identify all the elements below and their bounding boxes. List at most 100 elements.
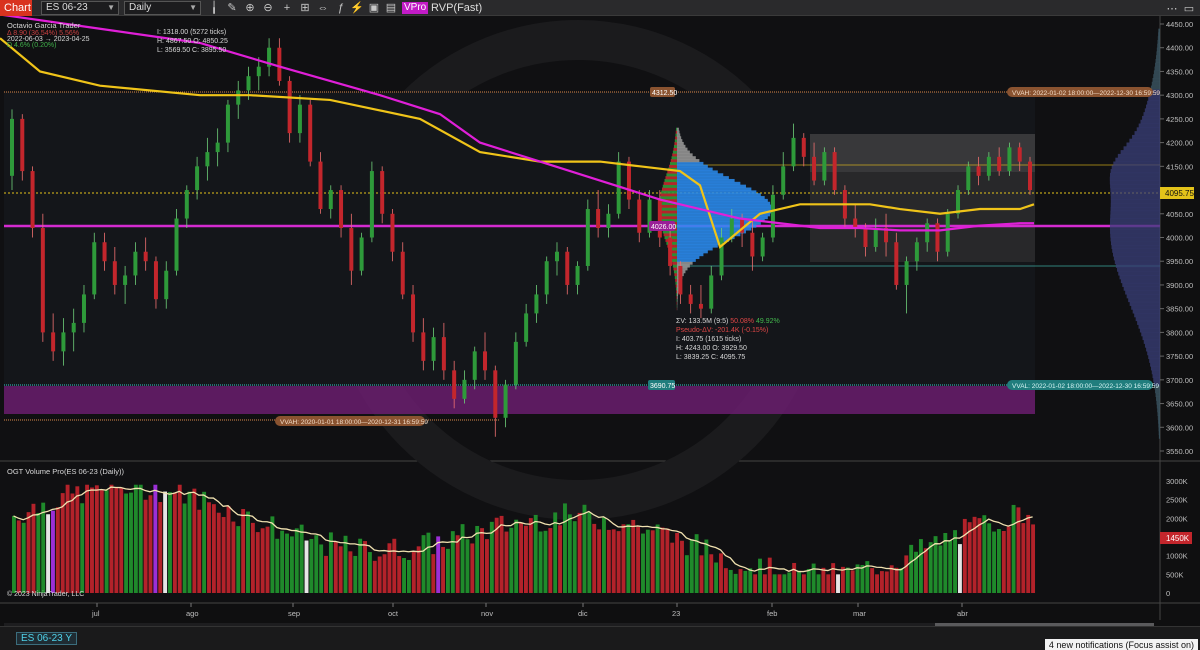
chart-tab[interactable]: Chart (0, 0, 32, 16)
restore-icon[interactable]: ▭ (1182, 2, 1196, 16)
right-profile-row (1143, 112, 1160, 117)
instrument-tab[interactable]: ES 06-23 Y (16, 632, 77, 645)
notification-toast[interactable]: 4 new notifications (Focus assist on) (1044, 639, 1198, 650)
volume-bar (636, 526, 641, 593)
strategies-icon[interactable]: ⚡ (350, 1, 364, 15)
volume-bar (294, 528, 299, 593)
volume-bar (36, 512, 41, 593)
volume-bar (909, 544, 914, 593)
candle-body (123, 275, 128, 285)
right-profile-row (1144, 343, 1160, 348)
candle-body (339, 190, 344, 229)
poc-price-tag: 4026.00 (649, 221, 676, 231)
mid-profile-delta (659, 215, 677, 220)
time-tick-label: abr (957, 609, 968, 618)
mid-profile-row (677, 150, 690, 154)
global-crosshair-icon[interactable]: ⊞ (298, 1, 312, 15)
mid-profile-row (677, 136, 682, 140)
mid-profile-delta (675, 278, 677, 282)
zoom-out-icon[interactable]: ⊖ (261, 1, 275, 15)
scroll-lock-icon[interactable]: ⇔ (316, 1, 330, 15)
candle-body (328, 190, 333, 210)
candle-body (102, 242, 107, 262)
volume-bar (246, 511, 250, 593)
volume-bar (816, 574, 821, 593)
chevron-down-icon: ▼ (189, 3, 197, 12)
volume-bar (392, 538, 397, 593)
interval-selector[interactable]: Daily ▼ (124, 1, 201, 15)
right-profile-row (1118, 271, 1160, 276)
data-box-icon[interactable]: ▤ (384, 1, 398, 15)
app-window: Chart ES 06-23 ▼ Daily ▼ ╽ ✎ ⊕ ⊖ + ⊞ ⇔ ƒ ⚡… (0, 0, 1200, 650)
volume-bar (616, 531, 621, 593)
candle-body (544, 261, 549, 295)
candle-body (668, 237, 673, 266)
price-tick-label: 4400.00 (1166, 44, 1193, 53)
author-label: Octavio Garcia Trader (7, 21, 81, 30)
mid-profile-delta (676, 295, 677, 299)
mid-profile-delta (670, 159, 677, 163)
vval-2022-price-tag: 3690.75 (648, 380, 675, 390)
zoom-in-icon[interactable]: ⊕ (243, 1, 257, 15)
instrument-selector[interactable]: ES 06-23 ▼ (41, 1, 119, 15)
price-tick-label: 3600.00 (1166, 423, 1193, 432)
volume-bar (226, 506, 231, 593)
volume-bar (860, 564, 865, 593)
candle-body (236, 90, 241, 105)
candle-body (483, 351, 488, 371)
chart-area[interactable]: 4312.50 VVAH: 2022-01-02 18:00:00—2022-1… (0, 13, 1200, 636)
window-controls: ⋯ ▭ (1165, 1, 1196, 15)
volume-bar (538, 531, 543, 593)
volume-bar (270, 516, 275, 593)
candle-body (174, 218, 179, 271)
price-tick-label: 3700.00 (1166, 376, 1193, 385)
mid-profile-row (677, 241, 724, 245)
volume-bar (548, 528, 553, 593)
right-profile-row (1155, 62, 1160, 67)
volume-bar (12, 515, 16, 593)
volume-bar (665, 528, 670, 593)
mid-profile-row (677, 250, 708, 254)
candle-body (914, 242, 919, 262)
bar-type-icon[interactable]: ╽ (207, 1, 221, 15)
value-area-2020-band (4, 386, 1035, 414)
right-profile-row (1110, 210, 1160, 215)
chart-tab-label: Chart (4, 2, 31, 14)
volume-bar (728, 569, 733, 593)
mid-profile-row (677, 210, 772, 214)
more-icon[interactable]: ⋯ (1165, 2, 1179, 16)
volume-bar (1016, 507, 1021, 593)
right-profile-row (1146, 104, 1160, 109)
mid-profile-row (677, 184, 746, 188)
price-axis[interactable]: 4450.00 4400.00 4350.00 4300.00 4250.00 4200.… (1160, 20, 1193, 456)
right-profile-row (1157, 36, 1160, 41)
indicators-icon[interactable]: ƒ (334, 1, 348, 15)
volume-bar (480, 528, 485, 593)
vp-badge[interactable]: VPro (402, 2, 429, 14)
volume-bar (397, 556, 402, 593)
crosshair-icon[interactable]: + (280, 1, 294, 15)
volume-bar (772, 574, 777, 593)
time-axis[interactable]: jul ago sep oct nov dic 23 feb mar abr (91, 603, 968, 618)
volume-bar (738, 569, 743, 593)
volume-bar (265, 526, 270, 593)
candle-body (688, 294, 693, 304)
volume-bar (148, 495, 153, 593)
volume-bar (441, 546, 446, 593)
chart-canvas[interactable]: 4312.50 VVAH: 2022-01-02 18:00:00—2022-1… (0, 13, 1200, 636)
volume-tick-label: 1000K (1166, 552, 1188, 561)
volume-bar (299, 524, 304, 593)
candle-body (565, 251, 570, 285)
volume-bar (762, 574, 767, 593)
mid-profile-delta (672, 264, 677, 268)
volume-bar (436, 536, 441, 593)
drawing-tool-icon[interactable]: ✎ (225, 1, 239, 15)
chart-trader-icon[interactable]: ▣ (367, 1, 381, 15)
volume-bar (987, 523, 992, 593)
mid-profile-row (677, 261, 693, 265)
right-profile-row (1138, 324, 1160, 329)
volume-bar (524, 525, 528, 593)
mid-profile-row (677, 167, 713, 171)
volume-bar (353, 555, 358, 593)
volume-bar (1006, 526, 1011, 593)
